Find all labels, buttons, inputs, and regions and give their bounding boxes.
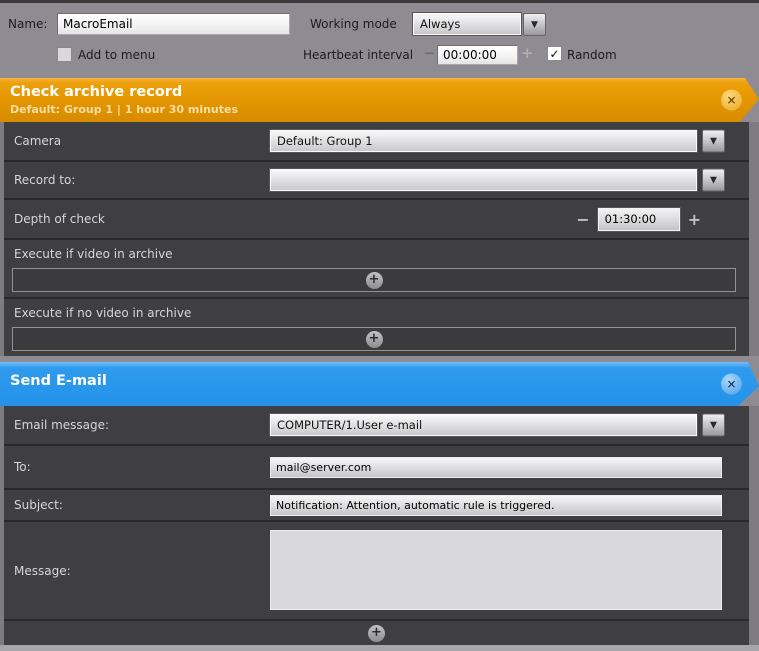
check-icon: ✓ [549,47,559,61]
to-input[interactable] [270,457,722,478]
depth-decrement-button[interactable]: − [568,210,597,229]
working-mode-select[interactable]: Always [413,13,521,35]
heartbeat-increment-button[interactable]: + [521,44,534,62]
record-to-label: Record to: [4,173,75,187]
plus-icon[interactable]: + [366,272,383,289]
execute-if-no-video-row: Execute if no video in archive + [4,297,749,356]
panel-gap [0,356,759,362]
camera-row: Camera Default: Group 1 ▼ [4,122,749,160]
chevron-down-icon: ▼ [710,136,717,146]
subject-row: Subject: [4,488,749,520]
working-mode-label: Working mode [310,17,397,31]
working-mode-dropdown-button[interactable]: ▼ [523,13,546,36]
heartbeat-interval-input[interactable] [437,45,518,65]
email-message-row: Email message: COMPUTER/1.User e-mail ▼ [4,406,749,444]
send-email-header: Send E-mail ✕ [0,362,759,406]
camera-select[interactable]: Default: Group 1 [270,130,697,152]
message-row: Message: [4,520,749,619]
check-archive-record-title: Check archive record [0,78,759,100]
record-to-dropdown-button[interactable]: ▼ [702,169,725,192]
chevron-down-icon: ▼ [531,20,538,30]
macro-general-settings: Name: Working mode Always ▼ Add to menu … [0,3,759,78]
send-email-close-button[interactable]: ✕ [721,374,742,395]
execute-if-video-label: Execute if video in archive [4,240,749,261]
to-label: To: [4,460,31,474]
check-archive-panel-body: Camera Default: Group 1 ▼ Record to: ▼ D… [0,122,759,356]
send-email-title: Send E-mail [0,362,759,389]
record-to-select[interactable] [270,169,697,191]
check-archive-close-button[interactable]: ✕ [721,90,742,111]
depth-increment-button[interactable]: + [680,210,709,229]
email-message-label: Email message: [4,418,109,432]
record-to-row: Record to: ▼ [4,160,749,198]
close-icon: ✕ [726,93,736,107]
execute-if-no-video-label: Execute if no video in archive [4,299,749,320]
heartbeat-decrement-button[interactable]: − [423,44,436,62]
add-action-row: + [4,619,749,645]
to-row: To: [4,444,749,488]
depth-of-check-input[interactable] [598,208,680,231]
camera-label: Camera [4,134,61,148]
message-label: Message: [4,564,71,578]
plus-icon[interactable]: + [366,331,383,348]
name-input[interactable] [57,13,290,35]
random-label: Random [567,48,617,62]
chevron-down-icon: ▼ [710,175,717,185]
check-archive-record-header: Check archive record Default: Group 1 | … [0,78,759,122]
close-icon: ✕ [726,377,736,391]
chevron-down-icon: ▼ [710,420,717,430]
subject-input[interactable] [270,495,722,516]
email-message-select[interactable]: COMPUTER/1.User e-mail [270,414,697,436]
send-email-panel-body: Email message: COMPUTER/1.User e-mail ▼ … [0,406,759,645]
name-label: Name: [8,17,47,31]
execute-if-no-video-add-bar[interactable]: + [12,327,736,351]
camera-dropdown-button[interactable]: ▼ [702,130,725,153]
heartbeat-interval-label: Heartbeat interval [303,48,413,62]
message-textarea[interactable] [270,530,722,610]
depth-of-check-row: Depth of check − + [4,198,749,238]
add-to-menu-label: Add to menu [78,48,155,62]
add-to-menu-checkbox[interactable] [57,47,72,62]
depth-of-check-label: Depth of check [4,212,105,226]
random-checkbox[interactable]: ✓ [547,46,562,61]
check-archive-record-subtitle: Default: Group 1 | 1 hour 30 minutes [0,100,759,116]
depth-of-check-stepper: − + [568,208,709,231]
plus-icon[interactable]: + [368,625,385,642]
subject-label: Subject: [4,498,63,512]
email-message-dropdown-button[interactable]: ▼ [702,414,725,437]
execute-if-video-add-bar[interactable]: + [12,268,736,292]
execute-if-video-row: Execute if video in archive + [4,238,749,297]
window-bottom-border [0,645,759,651]
